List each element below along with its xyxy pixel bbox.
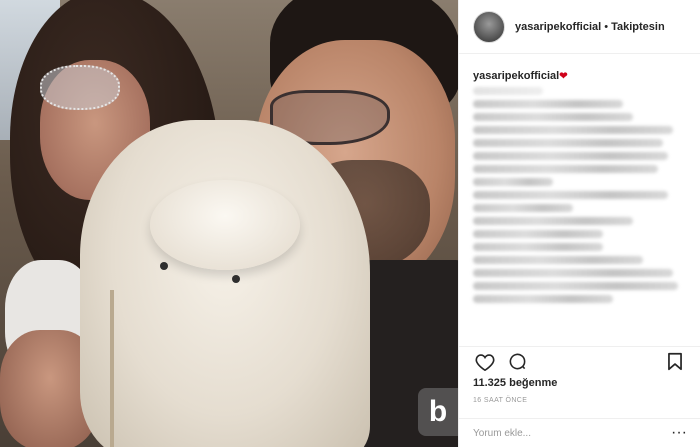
blurred-comment [473,217,633,225]
blurred-comment [473,243,603,251]
comment-bubble-icon[interactable] [505,350,529,374]
watermark-letter: b [428,395,448,428]
jacket-snap [160,262,168,270]
post-header: yasaripekofficial • Takiptesin [459,0,700,54]
blurred-comment [473,269,673,277]
blurred-comment [473,152,668,160]
add-comment-bar: ··· [459,418,700,447]
blurred-comment [473,165,658,173]
woman-sunglasses [40,65,120,110]
blurred-comment [473,139,663,147]
comments-area[interactable]: yasaripekofficial❤ [459,60,700,340]
jacket-snap [232,275,240,283]
heart-outline-icon[interactable] [473,350,497,374]
blurred-comment [473,256,643,264]
post-photo[interactable]: b [0,0,458,447]
blurred-comment [473,113,633,121]
blurred-comment [473,204,573,212]
follow-status-button[interactable]: Takiptesin [611,21,665,33]
blurred-comment [473,178,553,186]
more-options-icon[interactable]: ··· [671,425,687,441]
blurred-caption-text [473,87,543,95]
likes-count[interactable]: 11.325 beğenme [473,377,557,389]
post-side-panel: yasaripekofficial • Takiptesin yasaripekof… [458,0,700,447]
heart-emoji-icon: ❤ [559,71,568,82]
action-bar [459,346,700,376]
jacket-fold [150,180,300,270]
blurred-comment [473,230,603,238]
blurred-comment [473,100,623,108]
jacket-zipper [110,290,114,447]
header-separator: • [604,20,609,33]
blurred-comment [473,295,613,303]
white-puffer-jacket [80,120,370,447]
avatar[interactable] [473,10,505,43]
comment-input[interactable] [473,427,672,439]
watermark-logo: b [418,388,458,436]
caption-header: yasaripekofficial❤ [473,70,687,82]
post-timestamp: 16 SAAT ÖNCE [473,397,528,404]
caption-username[interactable]: yasaripekofficial [473,70,559,82]
blurred-comment [473,282,678,290]
blurred-comment [473,191,668,199]
bookmark-icon[interactable] [663,350,687,374]
header-text: yasaripekofficial • Takiptesin [515,21,665,33]
blurred-comment [473,126,673,134]
header-username[interactable]: yasaripekofficial [515,21,601,33]
